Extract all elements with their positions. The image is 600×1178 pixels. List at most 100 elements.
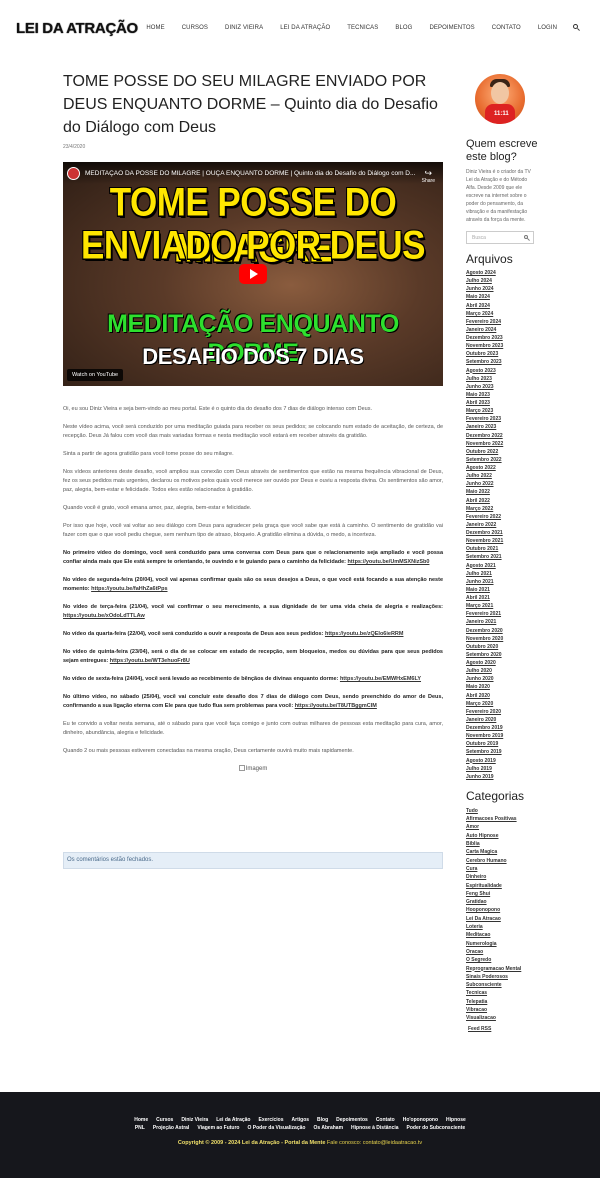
archive-link[interactable]: Julho 2023 <box>466 375 538 383</box>
archive-link[interactable]: Julho 2024 <box>466 277 538 285</box>
watch-on-youtube-button[interactable]: Watch on YouTube <box>67 369 124 381</box>
category-link[interactable]: Auto Hipnose <box>466 832 538 840</box>
archive-link[interactable]: Maio 2023 <box>466 391 538 399</box>
channel-avatar[interactable] <box>67 167 80 180</box>
archive-link[interactable]: Janeiro 2020 <box>466 716 538 724</box>
archive-link[interactable]: Setembro 2019 <box>466 748 538 756</box>
category-link[interactable]: Dinheiro <box>466 873 538 881</box>
archive-link[interactable]: Agosto 2020 <box>466 659 538 667</box>
footer-link[interactable]: Home <box>134 1117 148 1123</box>
youtube-video-embed[interactable]: MEDITAÇÃO DA POSSE DO MILAGRE | OUÇA ENQ… <box>63 162 443 386</box>
video-link-4[interactable]: https://youtu.be/zQEIo6ieRRM <box>325 631 404 637</box>
nav-contato[interactable]: CONTATO <box>492 25 521 31</box>
nav-tecnicas[interactable]: TECNICAS <box>347 25 378 31</box>
category-link[interactable]: Carta Magica <box>466 848 538 856</box>
archive-link[interactable]: Março 2023 <box>466 407 538 415</box>
archive-link[interactable]: Março 2021 <box>466 602 538 610</box>
video-link-1[interactable]: https://youtu.be/UmMSXNizSb0 <box>348 559 430 565</box>
archive-link[interactable]: Maio 2022 <box>466 488 538 496</box>
archive-link[interactable]: Outubro 2022 <box>466 448 538 456</box>
archive-link[interactable]: Abril 2020 <box>466 692 538 700</box>
footer-link[interactable]: Ho'oponopono <box>403 1117 438 1123</box>
category-link[interactable]: Vibracao <box>466 1006 538 1014</box>
category-link[interactable]: Biblia <box>466 840 538 848</box>
footer-link[interactable]: Projeção Astral <box>153 1125 190 1131</box>
archive-link[interactable]: Março 2022 <box>466 505 538 513</box>
video-link-7[interactable]: https://youtu.be/T8UTBggmCIM <box>295 703 377 709</box>
category-link[interactable]: Gratidao <box>466 898 538 906</box>
archive-link[interactable]: Janeiro 2022 <box>466 521 538 529</box>
footer-link[interactable]: Os Abraham <box>313 1125 343 1131</box>
archive-link[interactable]: Junho 2021 <box>466 578 538 586</box>
category-link[interactable]: Lei Da Atracao <box>466 915 538 923</box>
archive-link[interactable]: Fevereiro 2024 <box>466 318 538 326</box>
footer-link[interactable]: Viagem ao Futuro <box>197 1125 239 1131</box>
nav-diniz-vieira[interactable]: DINIZ VIEIRA <box>225 25 263 31</box>
footer-link[interactable]: Diniz Vieira <box>181 1117 208 1123</box>
footer-link[interactable]: PNL <box>135 1125 145 1131</box>
site-logo[interactable]: LEI DA ATRAÇÃO <box>16 20 138 37</box>
category-link[interactable]: Tudo <box>466 807 538 815</box>
category-link[interactable]: Cerebro Humano <box>466 857 538 865</box>
archive-link[interactable]: Novembro 2021 <box>466 537 538 545</box>
category-link[interactable]: Afirmacoes Positivas <box>466 815 538 823</box>
category-link[interactable]: Cura <box>466 865 538 873</box>
contact-email[interactable]: Fale conosco: contato@leidaatracao.tv <box>325 1140 422 1146</box>
video-link-6[interactable]: https://youtu.be/EMWHxEM6LY <box>340 676 421 682</box>
archive-link[interactable]: Novembro 2023 <box>466 342 538 350</box>
archive-link[interactable]: Julho 2020 <box>466 667 538 675</box>
archive-link[interactable]: Agosto 2023 <box>466 367 538 375</box>
search-icon[interactable] <box>524 235 530 241</box>
nav-login[interactable]: LOGIN <box>538 25 557 31</box>
archive-link[interactable]: Julho 2019 <box>466 765 538 773</box>
video-link-5[interactable]: https://youtu.be/WT3ehuoFr8U <box>110 658 190 664</box>
play-button-icon[interactable] <box>239 264 267 284</box>
archive-link[interactable]: Agosto 2019 <box>466 757 538 765</box>
archive-link[interactable]: Setembro 2022 <box>466 456 538 464</box>
archive-link[interactable]: Abril 2024 <box>466 302 538 310</box>
feed-rss-link[interactable]: Feed RSS <box>468 1026 538 1032</box>
footer-link[interactable]: Artigos <box>292 1117 310 1123</box>
archive-link[interactable]: Julho 2021 <box>466 570 538 578</box>
footer-link[interactable]: Hipnose <box>446 1117 466 1123</box>
footer-link[interactable]: Depoimentos <box>336 1117 368 1123</box>
archive-link[interactable]: Fevereiro 2020 <box>466 708 538 716</box>
category-link[interactable]: Sinais Poderosos <box>466 973 538 981</box>
footer-link[interactable]: Poder do Subconsciente <box>407 1125 466 1131</box>
category-link[interactable]: Reprogramacao Mental <box>466 965 538 973</box>
archive-link[interactable]: Agosto 2024 <box>466 269 538 277</box>
archive-link[interactable]: Janeiro 2021 <box>466 618 538 626</box>
archive-link[interactable]: Outubro 2021 <box>466 545 538 553</box>
archive-link[interactable]: Dezembro 2021 <box>466 529 538 537</box>
footer-link[interactable]: Hipnose à Distância <box>351 1125 399 1131</box>
archive-link[interactable]: Novembro 2019 <box>466 732 538 740</box>
archive-link[interactable]: Fevereiro 2021 <box>466 610 538 618</box>
footer-link[interactable]: Lei da Atração <box>216 1117 250 1123</box>
footer-link[interactable]: Contato <box>376 1117 395 1123</box>
archive-link[interactable]: Fevereiro 2022 <box>466 513 538 521</box>
archive-link[interactable]: Setembro 2020 <box>466 651 538 659</box>
category-link[interactable]: Subconsciente <box>466 981 538 989</box>
nav-depoimentos[interactable]: DEPOIMENTOS <box>429 25 474 31</box>
category-link[interactable]: O Segredo <box>466 956 538 964</box>
archive-link[interactable]: Janeiro 2023 <box>466 423 538 431</box>
archive-link[interactable]: Maio 2021 <box>466 586 538 594</box>
archive-link[interactable]: Abril 2023 <box>466 399 538 407</box>
sidebar-search-input[interactable]: Busca <box>466 231 534 244</box>
video-link-2[interactable]: https://youtu.be/faHhZa6tPps <box>91 586 167 592</box>
category-link[interactable]: Tecnicas <box>466 989 538 997</box>
archive-link[interactable]: Novembro 2020 <box>466 635 538 643</box>
archive-link[interactable]: Março 2020 <box>466 700 538 708</box>
archive-link[interactable]: Dezembro 2022 <box>466 432 538 440</box>
archive-link[interactable]: Dezembro 2020 <box>466 627 538 635</box>
archive-link[interactable]: Março 2024 <box>466 310 538 318</box>
footer-link[interactable]: O Poder da Visualização <box>247 1125 305 1131</box>
category-link[interactable]: Espiritualidade <box>466 882 538 890</box>
archive-link[interactable]: Outubro 2020 <box>466 643 538 651</box>
archive-link[interactable]: Setembro 2023 <box>466 358 538 366</box>
footer-link[interactable]: Exercícios <box>259 1117 284 1123</box>
archive-link[interactable]: Maio 2024 <box>466 293 538 301</box>
archive-link[interactable]: Outubro 2019 <box>466 740 538 748</box>
archive-link[interactable]: Junho 2022 <box>466 480 538 488</box>
archive-link[interactable]: Novembro 2022 <box>466 440 538 448</box>
